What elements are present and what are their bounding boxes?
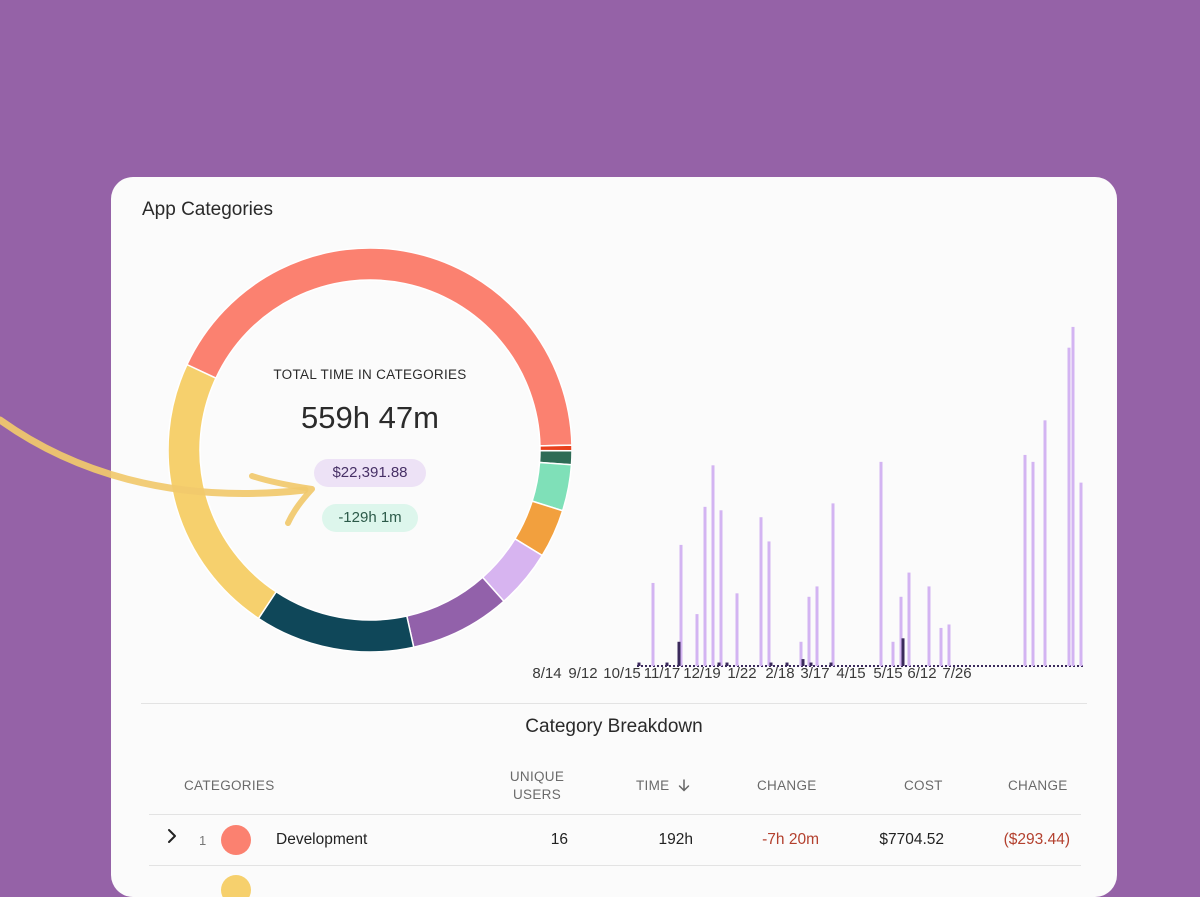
x-tick-label: 5/15 <box>873 665 903 682</box>
bar-primary-111[interactable] <box>1079 482 1083 666</box>
category-color-dot <box>221 825 251 855</box>
usage-bar-chart <box>632 312 1092 692</box>
bar-primary-31[interactable] <box>759 517 763 666</box>
section-divider <box>141 703 1087 704</box>
bar-primary-99[interactable] <box>1031 461 1035 666</box>
x-tick-label: 10/15 <box>603 665 641 682</box>
x-tick-label: 3/17 <box>800 665 830 682</box>
donut-segment-2[interactable] <box>539 444 572 452</box>
header-divider <box>149 814 1081 815</box>
time-change-badge: -129h 1m <box>322 504 418 532</box>
total-cost-badge: $22,391.88 <box>314 459 426 487</box>
card-title: App Categories <box>142 199 273 220</box>
breakdown-title: Category Breakdown <box>525 716 703 737</box>
x-tick-label: 4/15 <box>836 665 866 682</box>
header-time-label: TIME <box>636 778 670 793</box>
bar-primary-61[interactable] <box>879 461 883 666</box>
unique-users-value: 16 <box>550 831 568 848</box>
bar-primary-78[interactable] <box>947 624 951 666</box>
x-tick-label: 8/14 <box>532 665 562 682</box>
bar-primary-19[interactable] <box>711 465 715 666</box>
header-unique-users-line2: USERS <box>512 787 561 802</box>
x-tick-label: 2/18 <box>765 665 795 682</box>
x-tick-label: 11/17 <box>643 665 681 682</box>
header-cost-change[interactable]: CHANGE <box>1008 777 1068 795</box>
bars-svg <box>637 326 1085 667</box>
category-donut-chart: TOTAL TIME IN CATEGORIES 559h 47m $22,39… <box>168 248 572 652</box>
x-tick-label: 6/12 <box>907 665 937 682</box>
bar-primary-108[interactable] <box>1067 347 1071 666</box>
header-unique-users-line1: UNIQUE <box>509 769 565 784</box>
bar-primary-68[interactable] <box>907 572 911 666</box>
row-rank: 1 <box>199 833 207 848</box>
bar-secondary-49[interactable] <box>829 662 833 666</box>
chevron-right-icon[interactable] <box>164 828 180 844</box>
bar-primary-25[interactable] <box>735 593 739 666</box>
arrow-down-icon <box>678 779 689 792</box>
bar-primary-97[interactable] <box>1023 454 1027 666</box>
app-categories-card: App Categories TOTAL TIME IN CATEGORIES … <box>111 177 1117 897</box>
bar-primary-102[interactable] <box>1043 420 1047 666</box>
bar-primary-49[interactable] <box>831 503 835 666</box>
cost-change-value: ($293.44) <box>1003 831 1070 848</box>
x-tick-label: 1/22 <box>727 665 757 682</box>
bar-primary-15[interactable] <box>695 614 699 666</box>
bar-primary-45[interactable] <box>815 586 819 666</box>
bar-primary-64[interactable] <box>891 641 895 666</box>
time-change-value: -7h 20m <box>762 831 819 848</box>
time-value: 192h <box>658 831 693 848</box>
bar-primary-21[interactable] <box>719 510 723 666</box>
bar-primary-76[interactable] <box>939 627 943 666</box>
x-tick-label: 7/26 <box>942 665 972 682</box>
bar-secondary-67[interactable] <box>901 638 905 666</box>
bar-primary-17[interactable] <box>703 506 707 666</box>
donut-segment-7[interactable] <box>405 576 505 649</box>
total-time-label: TOTAL TIME IN CATEGORIES <box>273 367 467 382</box>
bar-secondary-11[interactable] <box>677 641 681 666</box>
category-color-dot <box>221 875 251 897</box>
header-unique-users[interactable]: UNIQUE USERS <box>506 768 568 804</box>
donut-svg <box>168 248 572 652</box>
total-time-value: 559h 47m <box>301 400 439 435</box>
header-time[interactable]: TIME <box>636 777 690 795</box>
donut-segment-8[interactable] <box>257 590 415 652</box>
header-cost[interactable]: COST <box>904 777 943 795</box>
header-categories[interactable]: CATEGORIES <box>184 777 275 795</box>
bar-primary-73[interactable] <box>927 586 931 666</box>
x-tick-label: 12/19 <box>683 665 721 682</box>
x-tick-label: 9/12 <box>568 665 598 682</box>
category-name[interactable]: Development <box>276 831 367 849</box>
bar-primary-43[interactable] <box>807 596 811 666</box>
cost-value: $7704.52 <box>879 831 944 848</box>
row-divider <box>149 865 1081 866</box>
bar-primary-33[interactable] <box>767 541 771 666</box>
bar-primary-109[interactable] <box>1071 326 1075 666</box>
bar-primary-4[interactable] <box>651 582 655 666</box>
header-time-change[interactable]: CHANGE <box>757 777 817 795</box>
